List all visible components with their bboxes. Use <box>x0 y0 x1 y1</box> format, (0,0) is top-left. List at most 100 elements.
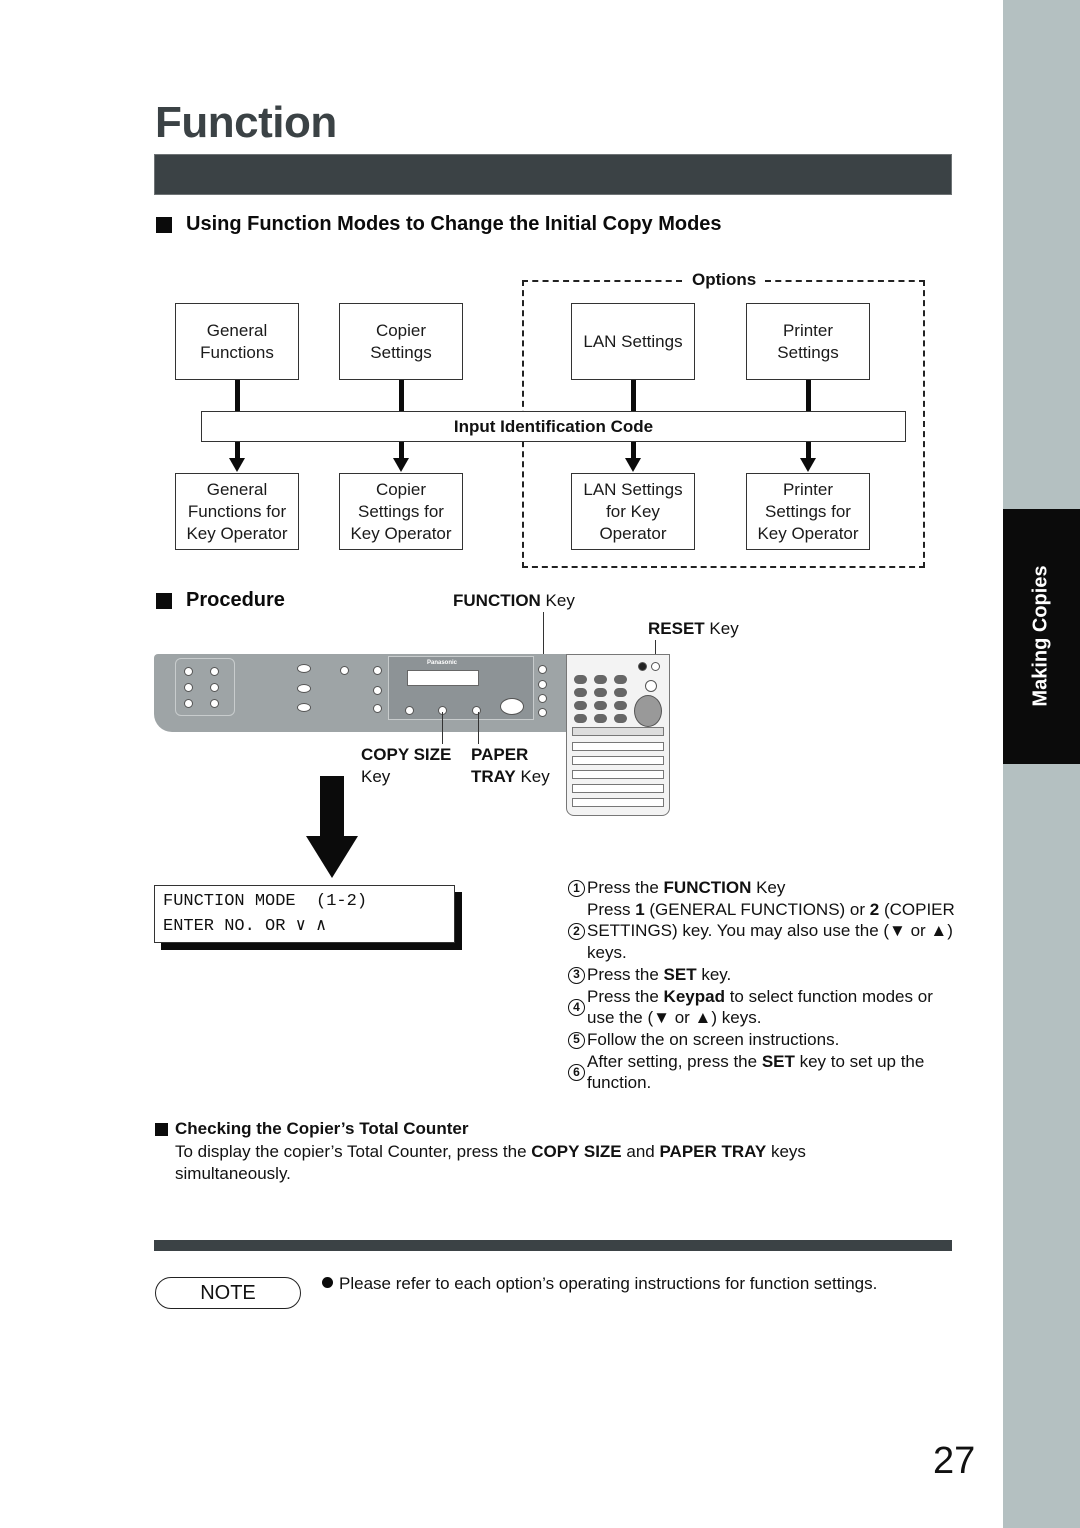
keypad-key <box>594 688 607 697</box>
function-button <box>538 665 547 674</box>
panel-button <box>184 699 193 708</box>
procedure-step: 5 Follow the on screen instructions. <box>566 1029 956 1051</box>
box-line: Functions <box>200 342 274 362</box>
section-bullet-icon <box>156 217 172 233</box>
print-mode-button <box>297 703 311 712</box>
box-line: Key Operator <box>757 523 859 543</box>
page-number: 27 <box>933 1440 976 1482</box>
section-heading: Using Function Modes to Change the Initi… <box>186 213 722 235</box>
box-copier-settings: Copier Settings <box>339 303 463 380</box>
keypad-key <box>594 714 607 723</box>
box-line: Operator <box>599 523 667 543</box>
big-arrow-down-head <box>306 836 358 878</box>
start-button <box>634 695 662 727</box>
note-text-content: Please refer to each option’s operating … <box>339 1274 878 1293</box>
procedure-step: 6 After setting, press the SET key to set… <box>566 1051 956 1094</box>
box-lan-settings-key-operator: LAN Settings for Key Operator <box>571 473 695 550</box>
callout-bold: PAPER <box>471 745 529 764</box>
box-line: LAN Settings <box>583 479 683 499</box>
box-line: Settings <box>777 342 839 362</box>
lcd-line-2: ENTER NO. OR ∨ ∧ <box>163 917 327 936</box>
box-line: General <box>206 479 268 499</box>
navigation-dial <box>500 698 524 715</box>
arrow-down-icon <box>625 458 641 472</box>
callout-bold: RESET <box>648 619 705 638</box>
panel-brand: Panasonic <box>427 660 458 666</box>
callout-text: Key <box>361 767 391 786</box>
function-key-callout: FUNCTION Key <box>453 590 575 612</box>
one-touch-row <box>572 770 664 779</box>
callout-bold: COPY SIZE <box>361 745 452 764</box>
arrow-down-icon <box>229 458 245 472</box>
lcd-line-1: FUNCTION MODE (1-2) <box>163 892 368 911</box>
panel-lcd <box>407 670 479 686</box>
title-bar <box>154 154 952 195</box>
panel-button <box>373 666 382 675</box>
step-number-icon: 5 <box>566 1029 587 1051</box>
paper-tray-leader <box>478 712 479 744</box>
keypad-key <box>594 675 607 684</box>
one-touch-row <box>572 784 664 793</box>
panel-button <box>184 683 193 692</box>
box-line: Functions for <box>187 501 287 521</box>
arrow-down-icon <box>800 458 816 472</box>
keypad-key <box>614 701 627 710</box>
original-set-button <box>405 706 414 715</box>
counter-text: To display the copier’s Total Counter, p… <box>175 1141 875 1185</box>
one-touch-row <box>572 742 664 751</box>
box-line: Key Operator <box>350 523 452 543</box>
procedure-steps: 1 Press the FUNCTION Key 2 Press 1 (GENERAL… <box>566 877 956 1094</box>
note-text: Please refer to each option’s operating … <box>322 1274 877 1294</box>
box-line: Key Operator <box>186 523 288 543</box>
panel-button <box>184 667 193 676</box>
step-text: Press 1 (GENERAL FUNCTIONS) or 2 (COPIER… <box>587 899 955 963</box>
lcd-message: FUNCTION MODE (1-2) ENTER NO. OR ∨ ∧ <box>154 885 455 943</box>
paper-tray-key-callout: PAPER TRAY Key <box>471 744 550 788</box>
paper-tray-button <box>472 706 481 715</box>
text-bold: PAPER TRAY <box>659 1142 767 1161</box>
panel-button <box>373 704 382 713</box>
panel-button <box>210 667 219 676</box>
connector <box>806 442 811 459</box>
text-span: and <box>621 1142 660 1161</box>
subsection-bullet-icon <box>155 1123 168 1136</box>
keypad-key <box>574 675 587 684</box>
reset-button <box>651 662 660 671</box>
step-number-icon: 2 <box>566 899 587 964</box>
keypad-key <box>574 701 587 710</box>
box-line: Copier <box>375 479 427 499</box>
text-bold: COPY SIZE <box>531 1142 622 1161</box>
step-number-icon: 4 <box>566 986 587 1029</box>
panel-button <box>210 699 219 708</box>
keypad-key <box>614 688 627 697</box>
callout-bold: FUNCTION <box>453 591 541 610</box>
connector <box>235 380 240 411</box>
box-line: Settings for <box>764 501 851 521</box>
step-text: Press the SET key. <box>587 964 732 984</box>
box-printer-settings-key-operator: Printer Settings for Key Operator <box>746 473 870 550</box>
panel-button <box>340 666 349 675</box>
one-touch-row <box>572 727 664 736</box>
box-line: LAN Settings <box>583 331 683 351</box>
step-number-icon: 3 <box>566 964 587 986</box>
keypad-key <box>614 714 627 723</box>
box-line: Settings for <box>357 501 444 521</box>
box-line: Settings <box>370 342 432 362</box>
copy-size-leader <box>442 712 443 744</box>
panel-button <box>373 686 382 695</box>
copy-mode-button <box>297 664 311 673</box>
bullet-icon <box>322 1277 333 1288</box>
arrow-down-icon <box>393 458 409 472</box>
page-title: Function <box>155 98 337 147</box>
note-rule <box>154 1240 952 1251</box>
text-span: To display the copier’s Total Counter, p… <box>175 1142 532 1161</box>
step-text: After setting, press the SET key to set … <box>587 1051 925 1093</box>
step-number-icon: 6 <box>566 1051 587 1094</box>
one-touch-row <box>572 798 664 807</box>
energy-saver-button <box>638 662 647 671</box>
section-bullet-icon <box>156 593 172 609</box>
keypad-key <box>574 688 587 697</box>
box-line: General <box>206 320 268 340</box>
fax-mode-button <box>297 684 311 693</box>
step-text: Follow the on screen instructions. <box>587 1029 840 1049</box>
